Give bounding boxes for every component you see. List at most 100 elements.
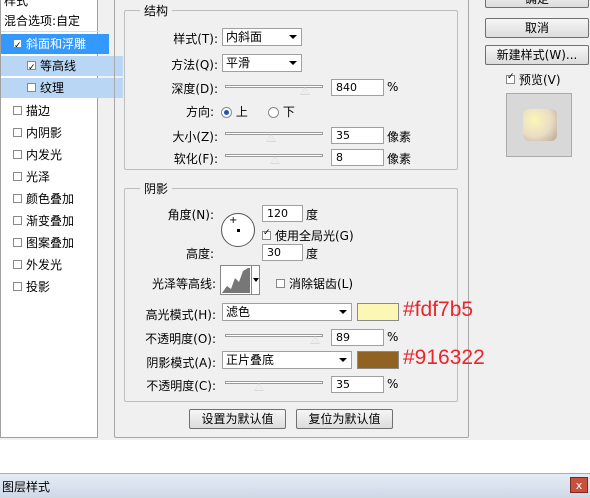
checkbox-icon[interactable] — [506, 72, 515, 84]
direction-up-option[interactable]: 上 — [221, 103, 248, 120]
highlight-color-swatch[interactable] — [357, 303, 399, 321]
preview-label: 预览(V) — [519, 73, 561, 87]
style-item-satin[interactable]: 光泽 — [1, 167, 109, 187]
highlight-mode-label: 高光模式(H): — [145, 308, 216, 322]
style-item-label: 投影 — [26, 280, 51, 294]
global-light-label: 使用全局光(G) — [275, 229, 354, 243]
checkbox-icon[interactable] — [13, 172, 22, 181]
style-item-texture[interactable]: 纹理 — [1, 78, 123, 98]
shadow-color-swatch[interactable] — [357, 351, 399, 369]
direction-label: 方向: — [185, 105, 214, 119]
checkbox-icon[interactable] — [13, 128, 22, 137]
checkbox-icon[interactable] — [13, 216, 22, 225]
slider-thumb[interactable] — [300, 87, 310, 95]
angle-unit: 度 — [306, 208, 319, 222]
antialias-label: 消除锯齿(L) — [289, 277, 354, 291]
style-item-label: 内阴影 — [26, 126, 63, 140]
radio-icon[interactable] — [221, 107, 232, 118]
shadow-color-annotation: #916322 — [403, 346, 485, 369]
style-item-pattern-overlay[interactable]: 图案叠加 — [1, 233, 109, 253]
angle-input[interactable]: 120 — [262, 205, 303, 222]
checkbox-icon[interactable] — [262, 228, 271, 240]
soften-slider[interactable] — [225, 154, 323, 164]
shadow-mode-label: 阴影模式(A): — [146, 356, 216, 370]
highlight-opacity-input[interactable]: 89 — [331, 329, 384, 346]
depth-label: 深度(D): — [171, 82, 218, 96]
style-item-bevel-emboss[interactable]: 斜面和浮雕 — [1, 34, 109, 56]
size-input[interactable]: 35 — [331, 127, 384, 144]
direction-down-option[interactable]: 下 — [268, 103, 295, 120]
preview-swatch — [523, 109, 557, 141]
preview-option[interactable]: 预览(V) — [506, 71, 561, 88]
angle-label: 角度(N): — [167, 208, 214, 222]
angle-dial[interactable]: + — [221, 213, 255, 247]
shadow-opacity-label: 不透明度(C): — [146, 379, 216, 393]
gloss-contour-picker[interactable] — [220, 265, 260, 295]
altitude-input[interactable]: 30 — [262, 244, 303, 261]
checkbox-icon[interactable] — [13, 150, 22, 159]
style-item-inner-shadow[interactable]: 内阴影 — [1, 123, 109, 143]
checkbox-icon[interactable] — [13, 194, 22, 203]
shadow-opacity-input[interactable]: 35 — [331, 376, 384, 393]
altitude-label: 高度: — [185, 247, 214, 261]
direction-down-label: 下 — [282, 105, 295, 119]
window-title: 图层样式 — [2, 480, 51, 494]
style-item-drop-shadow[interactable]: 投影 — [1, 277, 109, 297]
checkbox-icon[interactable] — [13, 238, 22, 247]
blend-options-item[interactable]: 混合选项:自定 — [1, 11, 100, 32]
style-item-label: 纹理 — [40, 81, 65, 95]
gloss-contour-label: 光泽等高线: — [151, 277, 216, 291]
highlight-mode-select[interactable]: 滤色 — [222, 303, 352, 321]
reset-default-button[interactable]: 复位为默认值 — [296, 409, 393, 429]
style-item-stroke[interactable]: 描边 — [1, 101, 109, 121]
slider-thumb[interactable] — [310, 336, 320, 344]
checkbox-icon[interactable] — [27, 58, 36, 78]
style-item-label: 光泽 — [26, 170, 51, 184]
slider-thumb[interactable] — [266, 134, 276, 142]
slider-thumb[interactable] — [270, 156, 280, 164]
checkbox-icon[interactable] — [13, 260, 22, 269]
style-item-outer-glow[interactable]: 外发光 — [1, 255, 109, 275]
make-default-button[interactable]: 设置为默认值 — [189, 409, 286, 429]
checkbox-icon[interactable] — [13, 36, 22, 56]
method-select[interactable]: 平滑 — [222, 54, 302, 72]
new-style-button[interactable]: 新建样式(W)... — [485, 45, 589, 65]
layer-style-dialog: 样式 混合选项:自定 斜面和浮雕 等高线 纹理 描边 内阴影 内发光 光泽 颜色… — [0, 0, 590, 440]
style-item-label: 内发光 — [26, 148, 63, 162]
checkbox-icon[interactable] — [276, 279, 285, 288]
depth-input[interactable]: 840 — [331, 79, 384, 96]
style-item-label: 图案叠加 — [26, 236, 75, 250]
chevron-down-icon — [289, 61, 297, 65]
cancel-button[interactable]: 取消 — [485, 18, 589, 38]
antialias-option[interactable]: 消除锯齿(L) — [276, 275, 353, 292]
method-label: 方法(Q): — [171, 58, 218, 72]
method-select-value: 平滑 — [226, 56, 251, 70]
ok-button[interactable]: 确定 — [485, 0, 589, 8]
checkbox-icon[interactable] — [13, 282, 22, 291]
highlight-opacity-unit: % — [387, 330, 399, 344]
shadow-opacity-slider[interactable] — [225, 381, 323, 391]
soften-input[interactable]: 8 — [331, 149, 384, 166]
altitude-unit: 度 — [306, 247, 319, 261]
radio-icon[interactable] — [268, 107, 279, 118]
style-select[interactable]: 内斜面 — [222, 28, 302, 46]
style-item-label: 外发光 — [26, 258, 63, 272]
size-slider[interactable] — [225, 132, 323, 142]
style-item-inner-glow[interactable]: 内发光 — [1, 145, 109, 165]
shadow-mode-select[interactable]: 正片叠底 — [222, 351, 352, 369]
checkbox-icon[interactable] — [27, 83, 36, 92]
checkbox-icon[interactable] — [13, 106, 22, 115]
style-item-gradient-overlay[interactable]: 渐变叠加 — [1, 211, 109, 231]
global-light-option[interactable]: 使用全局光(G) — [262, 227, 354, 244]
style-item-label: 描边 — [26, 104, 51, 118]
contour-dropdown[interactable] — [251, 266, 260, 294]
style-item-color-overlay[interactable]: 颜色叠加 — [1, 189, 109, 209]
style-item-contour[interactable]: 等高线 — [1, 56, 123, 78]
highlight-opacity-slider[interactable] — [225, 334, 323, 344]
style-select-value: 内斜面 — [226, 30, 263, 44]
depth-slider[interactable] — [225, 85, 323, 95]
highlight-mode-value: 滤色 — [226, 305, 251, 319]
slider-thumb[interactable] — [254, 383, 264, 391]
close-icon[interactable]: x — [570, 477, 588, 493]
shadow-opacity-unit: % — [387, 377, 399, 391]
